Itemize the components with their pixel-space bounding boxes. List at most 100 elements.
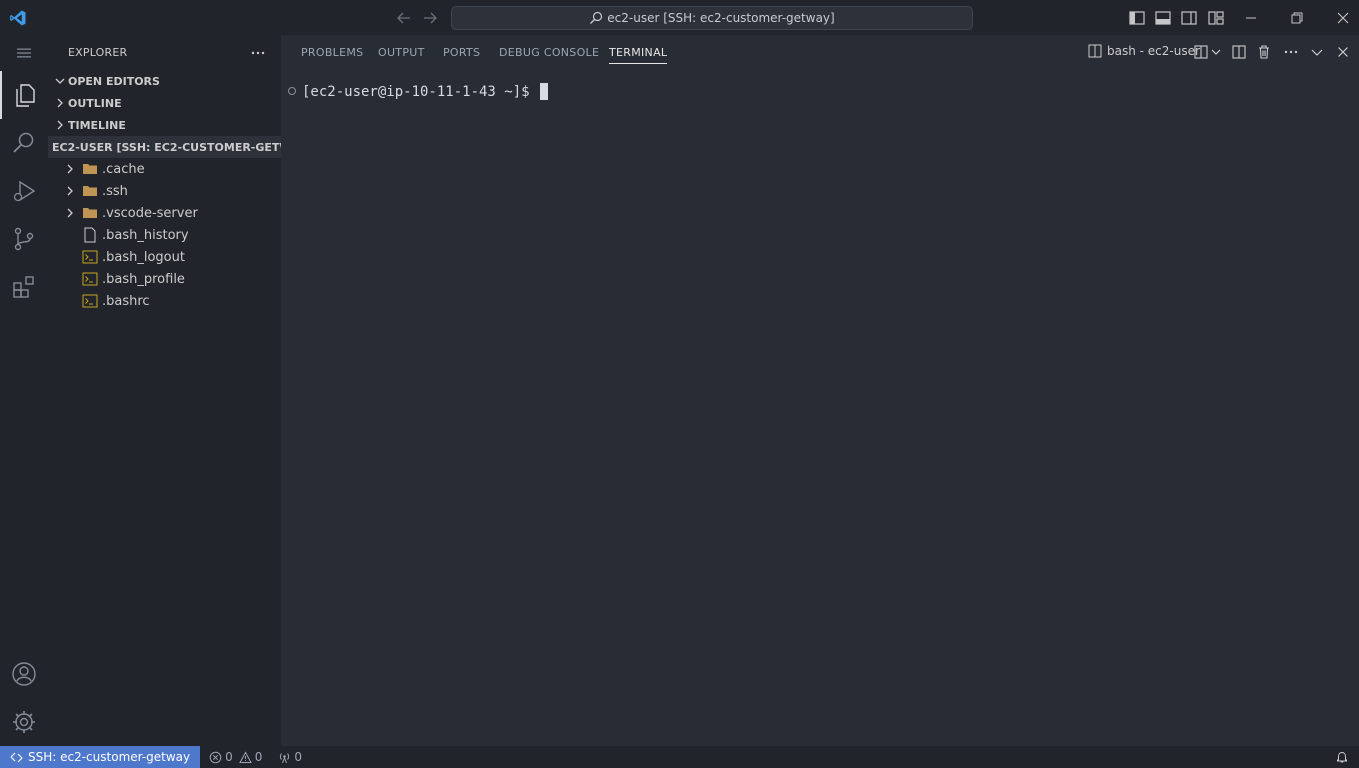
source-control-icon xyxy=(14,227,34,251)
tree-item-cache[interactable]: .cache xyxy=(48,158,281,180)
shell-script-icon xyxy=(82,250,98,264)
back-arrow-icon[interactable] xyxy=(395,9,413,27)
terminal-prompt-line: [ec2-user@ip-10-11-1-43 ~]$ xyxy=(302,83,548,100)
terminal-view[interactable]: [ec2-user@ip-10-11-1-43 ~]$ xyxy=(281,70,1359,746)
menu-button[interactable] xyxy=(0,35,48,71)
chevron-right-icon xyxy=(57,98,63,108)
trash-icon[interactable] xyxy=(1256,44,1272,60)
warning-count: 0 xyxy=(254,750,263,764)
vscode-logo-icon xyxy=(10,10,26,26)
activity-explorer[interactable] xyxy=(0,71,48,119)
error-count: 0 xyxy=(225,750,233,764)
tree-item-label: .bash_logout xyxy=(102,249,185,265)
bottom-panel: PROBLEMS OUTPUT PORTS DEBUG CONSOLE TERM… xyxy=(281,35,1359,746)
command-center-search[interactable]: ec2-user [SSH: ec2-customer-getway] xyxy=(451,6,973,30)
tree-item-bash-logout[interactable]: .bash_logout xyxy=(48,246,281,268)
tab-problems[interactable]: PROBLEMS xyxy=(301,46,363,59)
tree-item-label: .cache xyxy=(102,161,145,177)
section-label: OUTLINE xyxy=(68,96,122,110)
minimize-icon[interactable] xyxy=(1242,9,1260,27)
remote-indicator[interactable]: SSH: ec2-customer-getway xyxy=(0,746,201,768)
remote-icon xyxy=(10,752,23,762)
panel-tab-bar: PROBLEMS OUTPUT PORTS DEBUG CONSOLE TERM… xyxy=(281,35,1359,70)
section-open-editors[interactable]: OPEN EDITORS xyxy=(48,70,281,92)
more-actions-icon[interactable] xyxy=(249,44,267,62)
tab-debug-console[interactable]: DEBUG CONSOLE xyxy=(499,46,599,59)
explorer-header: EXPLORER xyxy=(48,35,281,70)
folder-icon xyxy=(83,208,97,218)
terminal-prompt: [ec2-user@ip-10-11-1-43 ~]$ xyxy=(302,83,530,100)
chevron-right-icon xyxy=(67,208,73,218)
error-icon xyxy=(209,751,222,763)
section-timeline[interactable]: TIMELINE xyxy=(48,114,281,136)
activity-manage[interactable] xyxy=(0,698,48,746)
section-label: OPEN EDITORS xyxy=(68,74,160,88)
explorer-sidebar: EXPLORER OPEN EDITORS OUTLINE TIMELINE E… xyxy=(48,35,281,746)
explorer-title: EXPLORER xyxy=(68,46,128,59)
notifications-bell-icon[interactable] xyxy=(1335,750,1349,764)
split-terminal-icon[interactable] xyxy=(1193,44,1209,60)
chevron-down-icon[interactable] xyxy=(1208,44,1224,60)
activity-run-debug[interactable] xyxy=(0,167,48,215)
folder-icon xyxy=(83,186,97,196)
tree-item-vscode-server[interactable]: .vscode-server xyxy=(48,202,281,224)
restore-icon[interactable] xyxy=(1288,9,1306,27)
terminal-split-icon xyxy=(1088,44,1102,58)
folder-icon xyxy=(83,164,97,174)
activity-accounts[interactable] xyxy=(0,650,48,698)
tree-item-label: .ssh xyxy=(102,183,128,199)
more-actions-icon[interactable] xyxy=(1283,44,1299,60)
tree-item-bashrc[interactable]: .bashrc xyxy=(48,290,281,312)
tree-item-label: .bash_profile xyxy=(102,271,185,287)
search-icon xyxy=(13,132,34,153)
toggle-primary-sidebar-icon[interactable] xyxy=(1128,9,1146,27)
section-label: EC2-USER [SSH: EC2-CUSTOMER-GETW... xyxy=(52,140,281,154)
shell-script-icon xyxy=(82,272,98,286)
command-center-label: ec2-user [SSH: ec2-customer-getway] xyxy=(607,11,835,25)
ports-count: 0 xyxy=(294,750,303,764)
chevron-right-icon xyxy=(67,186,73,196)
chevron-right-icon xyxy=(57,120,63,130)
activity-search[interactable] xyxy=(0,119,48,167)
maximize-panel-chevron-icon[interactable] xyxy=(1309,44,1325,60)
file-icon xyxy=(84,227,96,243)
terminal-instance-selector[interactable]: bash - ec2-user xyxy=(1088,44,1200,58)
extensions-icon xyxy=(13,276,34,298)
tab-terminal[interactable]: TERMINAL xyxy=(609,46,668,64)
tab-output[interactable]: OUTPUT xyxy=(378,46,425,59)
run-debug-icon xyxy=(13,180,36,202)
forward-arrow-icon[interactable] xyxy=(421,9,439,27)
activity-source-control[interactable] xyxy=(0,215,48,263)
customize-layout-icon[interactable] xyxy=(1207,9,1225,27)
close-panel-icon[interactable] xyxy=(1335,44,1351,60)
broadcast-icon xyxy=(280,752,290,763)
tree-item-ssh[interactable]: .ssh xyxy=(48,180,281,202)
hamburger-menu-icon xyxy=(17,48,31,58)
tree-item-bash-history[interactable]: .bash_history xyxy=(48,224,281,246)
toggle-panel-icon[interactable] xyxy=(1154,9,1172,27)
tree-item-label: .bashrc xyxy=(102,293,150,309)
settings-gear-icon xyxy=(13,711,35,733)
activity-extensions[interactable] xyxy=(0,263,48,311)
tree-item-label: .vscode-server xyxy=(102,205,198,221)
close-window-icon[interactable] xyxy=(1334,9,1352,27)
explorer-icon xyxy=(16,84,35,107)
terminal-cursor xyxy=(539,83,548,100)
shell-script-icon xyxy=(82,294,98,308)
tab-ports[interactable]: PORTS xyxy=(443,46,480,59)
tree-item-bash-profile[interactable]: .bash_profile xyxy=(48,268,281,290)
section-label: TIMELINE xyxy=(68,118,126,132)
toggle-secondary-sidebar-icon[interactable] xyxy=(1180,9,1198,27)
section-outline[interactable]: OUTLINE xyxy=(48,92,281,114)
tree-item-label: .bash_history xyxy=(102,227,189,243)
section-workspace[interactable]: EC2-USER [SSH: EC2-CUSTOMER-GETW... xyxy=(48,136,281,158)
account-icon xyxy=(12,662,36,686)
chevron-right-icon xyxy=(67,164,73,174)
problems-status[interactable]: 0 0 xyxy=(209,750,262,764)
terminal-name: bash - ec2-user xyxy=(1107,44,1200,58)
split-editor-icon[interactable] xyxy=(1231,44,1247,60)
warning-icon xyxy=(238,750,252,763)
title-bar: ec2-user [SSH: ec2-customer-getway] xyxy=(0,0,1359,35)
ports-status[interactable]: 0 xyxy=(278,750,302,764)
remote-label: SSH: ec2-customer-getway xyxy=(28,750,191,764)
